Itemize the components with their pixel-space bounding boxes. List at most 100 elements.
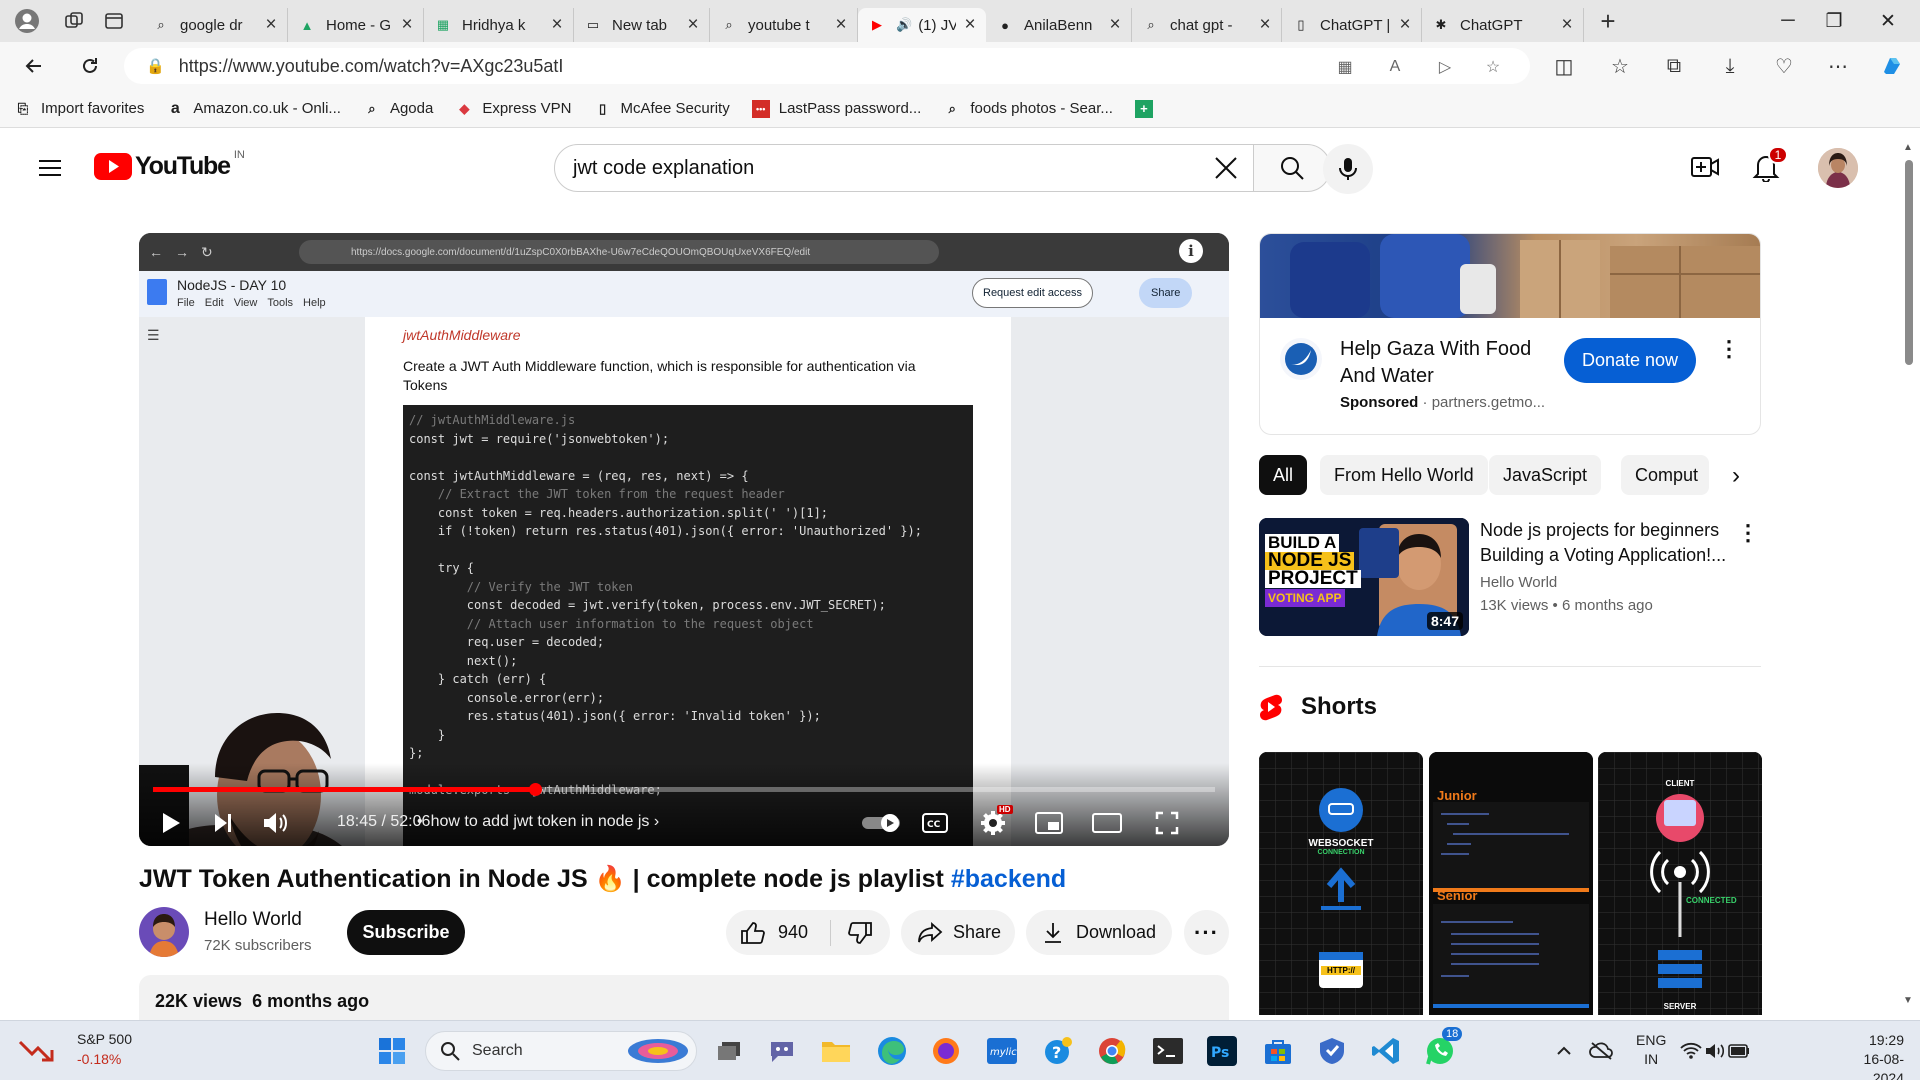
chip-all[interactable]: All (1259, 455, 1308, 495)
close-tab-icon[interactable]: × (263, 14, 279, 36)
chrome-icon[interactable] (1094, 1033, 1130, 1069)
close-tab-icon[interactable]: × (685, 14, 701, 36)
close-tab-icon[interactable]: × (1397, 14, 1413, 36)
lock-icon[interactable]: 🔒 (146, 57, 165, 75)
chip-from-hello-world[interactable]: From Hello World (1320, 455, 1488, 495)
chapter-title[interactable]: • how to add jwt token in node js › (417, 813, 659, 831)
url-field[interactable]: 🔒 https://www.youtube.com/watch?v=AXgc23… (124, 48, 1530, 84)
close-tab-icon[interactable]: × (1559, 14, 1575, 36)
more-options-icon[interactable]: ⋯ (1822, 50, 1854, 82)
workspaces-icon[interactable] (54, 0, 94, 42)
recommended-thumbnail[interactable]: BUILD A NODE JS PROJECT VOTING APP 8:47 (1259, 518, 1469, 636)
scroll-up-icon[interactable]: ▲ (1903, 142, 1913, 153)
search-button[interactable] (1253, 144, 1331, 192)
chip-computer[interactable]: Comput (1621, 455, 1709, 495)
recommended-menu-icon[interactable]: ⋮ (1737, 520, 1759, 546)
short-card-junior-senior[interactable]: Junior Senior (1429, 752, 1593, 1015)
copilot-icon[interactable] (1876, 50, 1908, 82)
volume-icon[interactable] (257, 805, 293, 841)
scrollbar-thumb[interactable] (1905, 160, 1913, 365)
browser-tab[interactable]: ⌕ google dr × (142, 8, 288, 42)
vscode-icon[interactable] (1368, 1033, 1404, 1069)
terminal-icon[interactable] (1150, 1033, 1186, 1069)
share-button[interactable]: Share (901, 910, 1015, 955)
info-icon[interactable]: i (1179, 239, 1203, 263)
start-icon[interactable] (374, 1033, 410, 1069)
favorite-sheets[interactable]: + (1134, 99, 1162, 118)
speaker-icon[interactable]: 🔊 (896, 17, 912, 33)
chip-javascript[interactable]: JavaScript (1489, 455, 1602, 495)
file-explorer-icon[interactable] (818, 1033, 854, 1069)
user-avatar[interactable] (1818, 148, 1858, 188)
clear-search-icon[interactable] (1213, 155, 1239, 181)
favorite-foods[interactable]: ⌕ foods photos - Sear... (943, 100, 1113, 118)
browser-tab[interactable]: ▦ Hridhya k × (424, 8, 574, 42)
progress-scrubber[interactable] (529, 783, 543, 796)
favorites-icon[interactable]: ☆ (1604, 50, 1636, 82)
close-tab-icon[interactable]: × (1107, 14, 1123, 36)
subtitles-icon[interactable]: CC (917, 805, 953, 841)
stock-widget[interactable]: S&P 500 -0.18% (14, 1021, 134, 1080)
menu-icon[interactable] (36, 154, 64, 182)
favorite-lastpass[interactable]: ••• LastPass password... (751, 99, 921, 118)
close-tab-icon[interactable]: × (962, 14, 978, 36)
ad-menu-icon[interactable]: ⋮ (1718, 338, 1740, 360)
browser-tab[interactable]: ▭ New tab × (574, 8, 710, 42)
store-icon[interactable] (1260, 1033, 1296, 1069)
close-window-icon[interactable]: ✕ (1860, 0, 1916, 42)
taskbar-clock[interactable]: 19:29 16-08-2024 (1834, 1031, 1904, 1080)
help-icon[interactable]: ? (1040, 1033, 1076, 1069)
chips-next-icon[interactable]: › (1721, 461, 1751, 491)
voice-search-button[interactable] (1323, 144, 1373, 194)
next-button[interactable] (205, 805, 241, 841)
profile-icon[interactable] (0, 0, 54, 42)
favorite-star-icon[interactable]: ☆ (1482, 56, 1504, 78)
browser-tab[interactable]: ⌕ chat gpt - × (1132, 8, 1282, 42)
short-card-client-server[interactable]: CLIENT CONNECTED SERVER (1598, 752, 1762, 1015)
taskbar-search[interactable]: Search (425, 1031, 697, 1071)
play-button[interactable] (153, 805, 189, 841)
channel-avatar[interactable] (139, 907, 189, 957)
video-player[interactable]: ←→↻ https://docs.google.com/document/d/1… (139, 233, 1229, 846)
create-video-icon[interactable] (1690, 154, 1720, 180)
browser-tab[interactable]: ✱ ChatGPT × (1422, 8, 1584, 42)
mylic-icon[interactable]: mylic (984, 1033, 1020, 1069)
photoshop-icon[interactable]: Ps (1204, 1033, 1240, 1069)
donate-now-button[interactable]: Donate now (1564, 338, 1696, 383)
favorite-amazon[interactable]: a Amazon.co.uk - Onli... (166, 100, 341, 118)
favorite-mcafee[interactable]: ▯ McAfee Security (594, 100, 730, 118)
notifications-icon[interactable]: 1 (1752, 146, 1788, 184)
browser-tab[interactable]: ▶ 🔊 (1) JV × (858, 8, 986, 42)
vpn-client-icon[interactable] (1314, 1033, 1350, 1069)
browser-tab[interactable]: ▯ ChatGPT | × (1282, 8, 1422, 42)
task-view-icon[interactable] (711, 1033, 747, 1069)
autoplay-toggle[interactable] (859, 805, 905, 841)
scroll-down-icon[interactable]: ▼ (1903, 995, 1913, 1006)
youtube-logo[interactable]: YouTube IN (94, 149, 245, 181)
theater-mode-icon[interactable] (1089, 805, 1125, 841)
download-button[interactable]: Download (1026, 910, 1172, 955)
short-card-websocket[interactable]: WEBSOCKET CONNECTION HTTP:// (1259, 752, 1423, 1015)
miniplayer-icon[interactable] (1031, 805, 1067, 841)
downloads-icon[interactable]: ⤓ (1714, 50, 1746, 82)
system-tray[interactable] (1680, 1033, 1750, 1069)
browser-tab[interactable]: ● AnilaBenn × (986, 8, 1132, 42)
firefox-icon[interactable] (928, 1033, 964, 1069)
subscribe-button[interactable]: Subscribe (347, 910, 465, 955)
like-button[interactable]: 940 (726, 910, 830, 955)
favorite-agoda[interactable]: ⌕ Agoda (363, 100, 433, 118)
new-tab-icon[interactable]: + (1588, 0, 1628, 42)
close-tab-icon[interactable]: × (549, 14, 565, 36)
app-available-icon[interactable]: ▦ (1334, 56, 1356, 78)
close-tab-icon[interactable]: × (1257, 14, 1273, 36)
immersive-reader-icon[interactable]: ▷ (1434, 56, 1456, 78)
fullscreen-icon[interactable] (1149, 805, 1185, 841)
read-aloud-icon[interactable]: A (1384, 56, 1406, 78)
close-tab-icon[interactable]: × (833, 14, 849, 36)
hashtag-link[interactable]: #backend (951, 865, 1066, 893)
sponsored-ad-card[interactable]: Help Gaza With Food And Water Sponsored … (1259, 233, 1761, 435)
split-screen-icon[interactable]: ◫ (1548, 50, 1580, 82)
recommended-channel[interactable]: Hello World (1480, 574, 1557, 591)
show-hidden-icons-icon[interactable] (1546, 1033, 1582, 1069)
language-indicator[interactable]: ENG IN (1636, 1031, 1666, 1069)
